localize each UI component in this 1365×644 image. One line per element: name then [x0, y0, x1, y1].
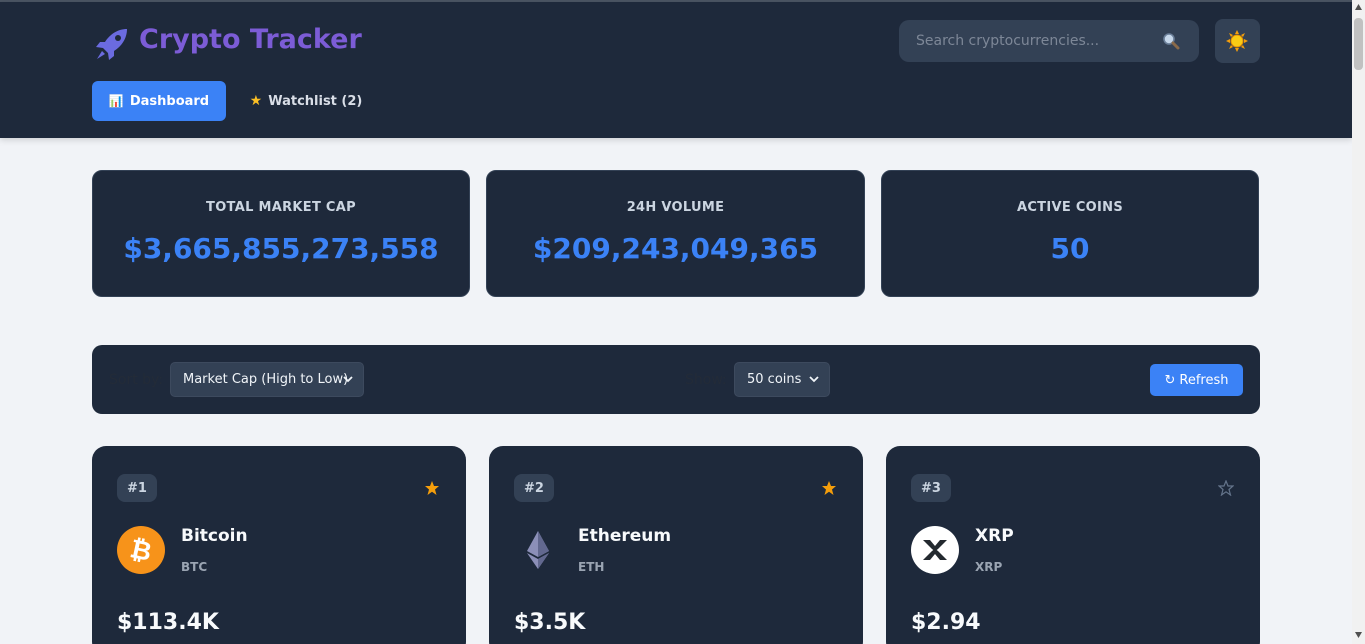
- app-title: Crypto Tracker: [139, 24, 362, 55]
- bitcoin-icon: ₿: [117, 526, 165, 574]
- stat-card-active-coins: ACTIVE COINS 50: [881, 170, 1259, 297]
- coin-name: Bitcoin: [181, 526, 248, 546]
- coin-price: $2.94: [911, 610, 981, 635]
- search-placeholder: Search cryptocurrencies...: [916, 33, 1100, 49]
- refresh-label: Refresh: [1179, 372, 1229, 388]
- star-icon: ★: [249, 93, 263, 109]
- stat-value: 50: [1050, 232, 1090, 265]
- coin-name: Ethereum: [578, 526, 672, 546]
- chevron-down-icon: [809, 376, 819, 383]
- sun-icon: [1226, 30, 1248, 52]
- stat-card-market-cap: TOTAL MARKET CAP $3,665,855,273,558: [92, 170, 470, 297]
- star-filled-icon[interactable]: [424, 480, 440, 496]
- controls-bar: Sort by: Market Cap (High to Low) Show: …: [92, 345, 1260, 414]
- vertical-scrollbar[interactable]: [1352, 0, 1365, 644]
- coin-price: $113.4K: [117, 610, 219, 635]
- coin-symbol: ETH: [578, 560, 605, 574]
- tab-dashboard-label: Dashboard: [129, 93, 210, 109]
- show-select-value: 50 coins: [747, 372, 802, 387]
- stat-label: ACTIVE COINS: [1016, 200, 1124, 215]
- search-input[interactable]: Search cryptocurrencies...: [899, 20, 1199, 62]
- coin-card-ethereum[interactable]: #2 Ethereum ETH $3.5K: [489, 446, 863, 644]
- scrollbar-thumb[interactable]: [1354, 18, 1363, 70]
- scroll-up-icon[interactable]: [1355, 4, 1362, 10]
- coin-card-bitcoin[interactable]: #1 ₿ Bitcoin BTC $113.4K: [92, 446, 466, 644]
- sort-select[interactable]: Market Cap (High to Low): [170, 362, 364, 397]
- scroll-down-icon[interactable]: [1355, 632, 1362, 638]
- stat-label: 24H VOLUME: [626, 200, 725, 215]
- stat-value: $3,665,855,273,558: [123, 232, 439, 265]
- app-header: Crypto Tracker Search cryptocurrencies..…: [0, 2, 1352, 138]
- tab-dashboard[interactable]: 📊 Dashboard: [92, 81, 226, 121]
- sort-label: Sort by:: [109, 372, 164, 388]
- rocket-icon: [96, 29, 127, 60]
- refresh-icon: ↻: [1164, 372, 1176, 388]
- chevron-down-icon: [343, 376, 353, 383]
- xrp-icon: [911, 526, 959, 574]
- coin-name: XRP: [975, 526, 1014, 546]
- coin-symbol: BTC: [181, 560, 208, 574]
- chart-icon: 📊: [108, 94, 124, 108]
- ethereum-icon: [527, 531, 549, 569]
- coin-symbol: XRP: [975, 560, 1003, 574]
- coin-card-xrp[interactable]: #3 XRP XRP $2.94: [886, 446, 1260, 644]
- tab-watchlist[interactable]: ★ Watchlist (2): [246, 81, 366, 121]
- search-icon[interactable]: [1162, 32, 1180, 50]
- rank-badge: #3: [911, 474, 951, 502]
- stat-card-volume: 24H VOLUME $209,243,049,365: [486, 170, 865, 297]
- show-label: Show:: [685, 372, 727, 388]
- tab-watchlist-label: Watchlist (2): [268, 93, 363, 109]
- star-filled-icon[interactable]: [821, 480, 837, 496]
- stat-value: $209,243,049,365: [532, 232, 819, 265]
- rank-badge: #1: [117, 474, 157, 502]
- theme-toggle-button[interactable]: [1215, 19, 1260, 63]
- coin-price: $3.5K: [514, 610, 586, 635]
- sort-select-value: Market Cap (High to Low): [183, 372, 349, 387]
- show-select[interactable]: 50 coins: [734, 362, 830, 397]
- stat-label: TOTAL MARKET CAP: [206, 200, 356, 215]
- star-outline-icon[interactable]: [1218, 480, 1234, 496]
- refresh-button[interactable]: ↻ Refresh: [1150, 364, 1243, 396]
- rank-badge: #2: [514, 474, 554, 502]
